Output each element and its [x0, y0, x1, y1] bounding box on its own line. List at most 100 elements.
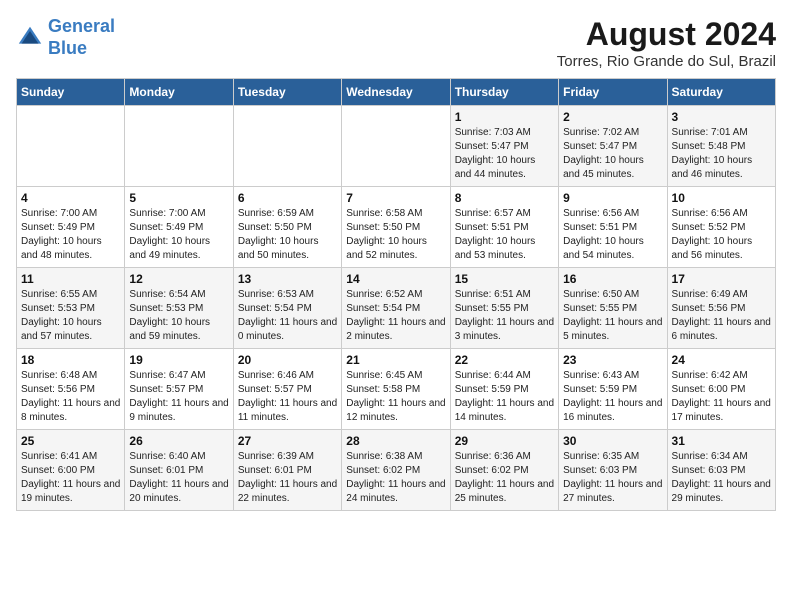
title-area: August 2024 Torres, Rio Grande do Sul, B…	[557, 16, 776, 70]
day-info: Sunrise: 7:02 AMSunset: 5:47 PMDaylight:…	[563, 126, 662, 182]
day-info: Sunrise: 6:35 AMSunset: 6:03 PMDaylight:…	[563, 450, 662, 506]
day-info: Sunrise: 6:56 AMSunset: 5:51 PMDaylight:…	[563, 207, 662, 263]
day-info: Sunrise: 7:03 AMSunset: 5:47 PMDaylight:…	[455, 126, 554, 182]
header-row: SundayMondayTuesdayWednesdayThursdayFrid…	[17, 79, 776, 106]
day-number: 9	[563, 191, 662, 205]
day-number: 31	[672, 434, 771, 448]
day-cell	[342, 106, 450, 187]
day-info: Sunrise: 6:45 AMSunset: 5:58 PMDaylight:…	[346, 369, 445, 425]
day-number: 2	[563, 110, 662, 124]
day-cell: 5 Sunrise: 7:00 AMSunset: 5:49 PMDaylight…	[125, 187, 233, 268]
week-row-1: 1 Sunrise: 7:03 AMSunset: 5:47 PMDaylight…	[17, 106, 776, 187]
day-cell: 2 Sunrise: 7:02 AMSunset: 5:47 PMDaylight…	[559, 106, 667, 187]
day-info: Sunrise: 6:42 AMSunset: 6:00 PMDaylight:…	[672, 369, 771, 425]
day-info: Sunrise: 6:44 AMSunset: 5:59 PMDaylight:…	[455, 369, 554, 425]
day-info: Sunrise: 7:00 AMSunset: 5:49 PMDaylight:…	[129, 207, 228, 263]
day-cell: 30 Sunrise: 6:35 AMSunset: 6:03 PMDayligh…	[559, 430, 667, 511]
col-header-wednesday: Wednesday	[342, 79, 450, 106]
day-cell: 3 Sunrise: 7:01 AMSunset: 5:48 PMDaylight…	[667, 106, 775, 187]
day-info: Sunrise: 6:46 AMSunset: 5:57 PMDaylight:…	[238, 369, 337, 425]
day-info: Sunrise: 6:51 AMSunset: 5:55 PMDaylight:…	[455, 288, 554, 344]
day-number: 8	[455, 191, 554, 205]
day-info: Sunrise: 7:00 AMSunset: 5:49 PMDaylight:…	[21, 207, 120, 263]
day-number: 18	[21, 353, 120, 367]
week-row-2: 4 Sunrise: 7:00 AMSunset: 5:49 PMDaylight…	[17, 187, 776, 268]
day-cell: 17 Sunrise: 6:49 AMSunset: 5:56 PMDayligh…	[667, 268, 775, 349]
day-cell: 28 Sunrise: 6:38 AMSunset: 6:02 PMDayligh…	[342, 430, 450, 511]
day-info: Sunrise: 7:01 AMSunset: 5:48 PMDaylight:…	[672, 126, 771, 182]
day-number: 7	[346, 191, 445, 205]
day-number: 29	[455, 434, 554, 448]
day-cell	[17, 106, 125, 187]
day-cell: 21 Sunrise: 6:45 AMSunset: 5:58 PMDayligh…	[342, 349, 450, 430]
day-number: 4	[21, 191, 120, 205]
day-cell: 22 Sunrise: 6:44 AMSunset: 5:59 PMDayligh…	[450, 349, 558, 430]
day-cell: 23Sunrise: 6:43 AMSunset: 5:59 PMDayligh…	[559, 349, 667, 430]
day-info: Sunrise: 6:41 AMSunset: 6:00 PMDaylight:…	[21, 450, 120, 506]
col-header-thursday: Thursday	[450, 79, 558, 106]
day-info: Sunrise: 6:58 AMSunset: 5:50 PMDaylight:…	[346, 207, 445, 263]
day-cell: 20 Sunrise: 6:46 AMSunset: 5:57 PMDayligh…	[233, 349, 341, 430]
day-number: 20	[238, 353, 337, 367]
day-cell: 19 Sunrise: 6:47 AMSunset: 5:57 PMDayligh…	[125, 349, 233, 430]
day-cell: 10Sunrise: 6:56 AMSunset: 5:52 PMDayligh…	[667, 187, 775, 268]
day-cell: 13Sunrise: 6:53 AMSunset: 5:54 PMDayligh…	[233, 268, 341, 349]
day-number: 17	[672, 272, 771, 286]
day-number: 3	[672, 110, 771, 124]
day-number: 26	[129, 434, 228, 448]
day-number: 14	[346, 272, 445, 286]
day-info: Sunrise: 6:39 AMSunset: 6:01 PMDaylight:…	[238, 450, 337, 506]
day-cell: 1 Sunrise: 7:03 AMSunset: 5:47 PMDaylight…	[450, 106, 558, 187]
day-cell	[125, 106, 233, 187]
day-number: 16	[563, 272, 662, 286]
col-header-friday: Friday	[559, 79, 667, 106]
day-number: 27	[238, 434, 337, 448]
day-info: Sunrise: 6:49 AMSunset: 5:56 PMDaylight:…	[672, 288, 771, 344]
day-cell: 11Sunrise: 6:55 AMSunset: 5:53 PMDayligh…	[17, 268, 125, 349]
day-number: 25	[21, 434, 120, 448]
day-cell: 31 Sunrise: 6:34 AMSunset: 6:03 PMDayligh…	[667, 430, 775, 511]
day-cell: 7 Sunrise: 6:58 AMSunset: 5:50 PMDaylight…	[342, 187, 450, 268]
day-cell: 14 Sunrise: 6:52 AMSunset: 5:54 PMDayligh…	[342, 268, 450, 349]
col-header-tuesday: Tuesday	[233, 79, 341, 106]
day-cell: 4 Sunrise: 7:00 AMSunset: 5:49 PMDaylight…	[17, 187, 125, 268]
day-number: 24	[672, 353, 771, 367]
day-info: Sunrise: 6:38 AMSunset: 6:02 PMDaylight:…	[346, 450, 445, 506]
day-number: 22	[455, 353, 554, 367]
logo: General Blue	[16, 16, 115, 59]
day-cell: 6Sunrise: 6:59 AMSunset: 5:50 PMDaylight…	[233, 187, 341, 268]
week-row-4: 18Sunrise: 6:48 AMSunset: 5:56 PMDayligh…	[17, 349, 776, 430]
day-info: Sunrise: 6:34 AMSunset: 6:03 PMDaylight:…	[672, 450, 771, 506]
day-cell: 15Sunrise: 6:51 AMSunset: 5:55 PMDayligh…	[450, 268, 558, 349]
day-number: 28	[346, 434, 445, 448]
day-cell: 26 Sunrise: 6:40 AMSunset: 6:01 PMDayligh…	[125, 430, 233, 511]
day-info: Sunrise: 6:36 AMSunset: 6:02 PMDaylight:…	[455, 450, 554, 506]
col-header-sunday: Sunday	[17, 79, 125, 106]
day-cell: 18Sunrise: 6:48 AMSunset: 5:56 PMDayligh…	[17, 349, 125, 430]
location: Torres, Rio Grande do Sul, Brazil	[557, 53, 776, 70]
day-info: Sunrise: 6:56 AMSunset: 5:52 PMDaylight:…	[672, 207, 771, 263]
day-info: Sunrise: 6:57 AMSunset: 5:51 PMDaylight:…	[455, 207, 554, 263]
day-info: Sunrise: 6:40 AMSunset: 6:01 PMDaylight:…	[129, 450, 228, 506]
day-info: Sunrise: 6:47 AMSunset: 5:57 PMDaylight:…	[129, 369, 228, 425]
calendar-table: SundayMondayTuesdayWednesdayThursdayFrid…	[16, 78, 776, 511]
day-number: 11	[21, 272, 120, 286]
day-info: Sunrise: 6:50 AMSunset: 5:55 PMDaylight:…	[563, 288, 662, 344]
day-cell: 16 Sunrise: 6:50 AMSunset: 5:55 PMDayligh…	[559, 268, 667, 349]
col-header-monday: Monday	[125, 79, 233, 106]
month-year: August 2024	[557, 16, 776, 53]
day-cell: 8 Sunrise: 6:57 AMSunset: 5:51 PMDaylight…	[450, 187, 558, 268]
day-cell: 29 Sunrise: 6:36 AMSunset: 6:02 PMDayligh…	[450, 430, 558, 511]
day-number: 23	[563, 353, 662, 367]
day-cell: 27 Sunrise: 6:39 AMSunset: 6:01 PMDayligh…	[233, 430, 341, 511]
logo-icon	[16, 24, 44, 52]
day-number: 5	[129, 191, 228, 205]
day-info: Sunrise: 6:52 AMSunset: 5:54 PMDaylight:…	[346, 288, 445, 344]
day-cell: 24 Sunrise: 6:42 AMSunset: 6:00 PMDayligh…	[667, 349, 775, 430]
day-number: 19	[129, 353, 228, 367]
col-header-saturday: Saturday	[667, 79, 775, 106]
header: General Blue August 2024 Torres, Rio Gra…	[16, 16, 776, 70]
day-number: 1	[455, 110, 554, 124]
day-number: 21	[346, 353, 445, 367]
day-number: 30	[563, 434, 662, 448]
